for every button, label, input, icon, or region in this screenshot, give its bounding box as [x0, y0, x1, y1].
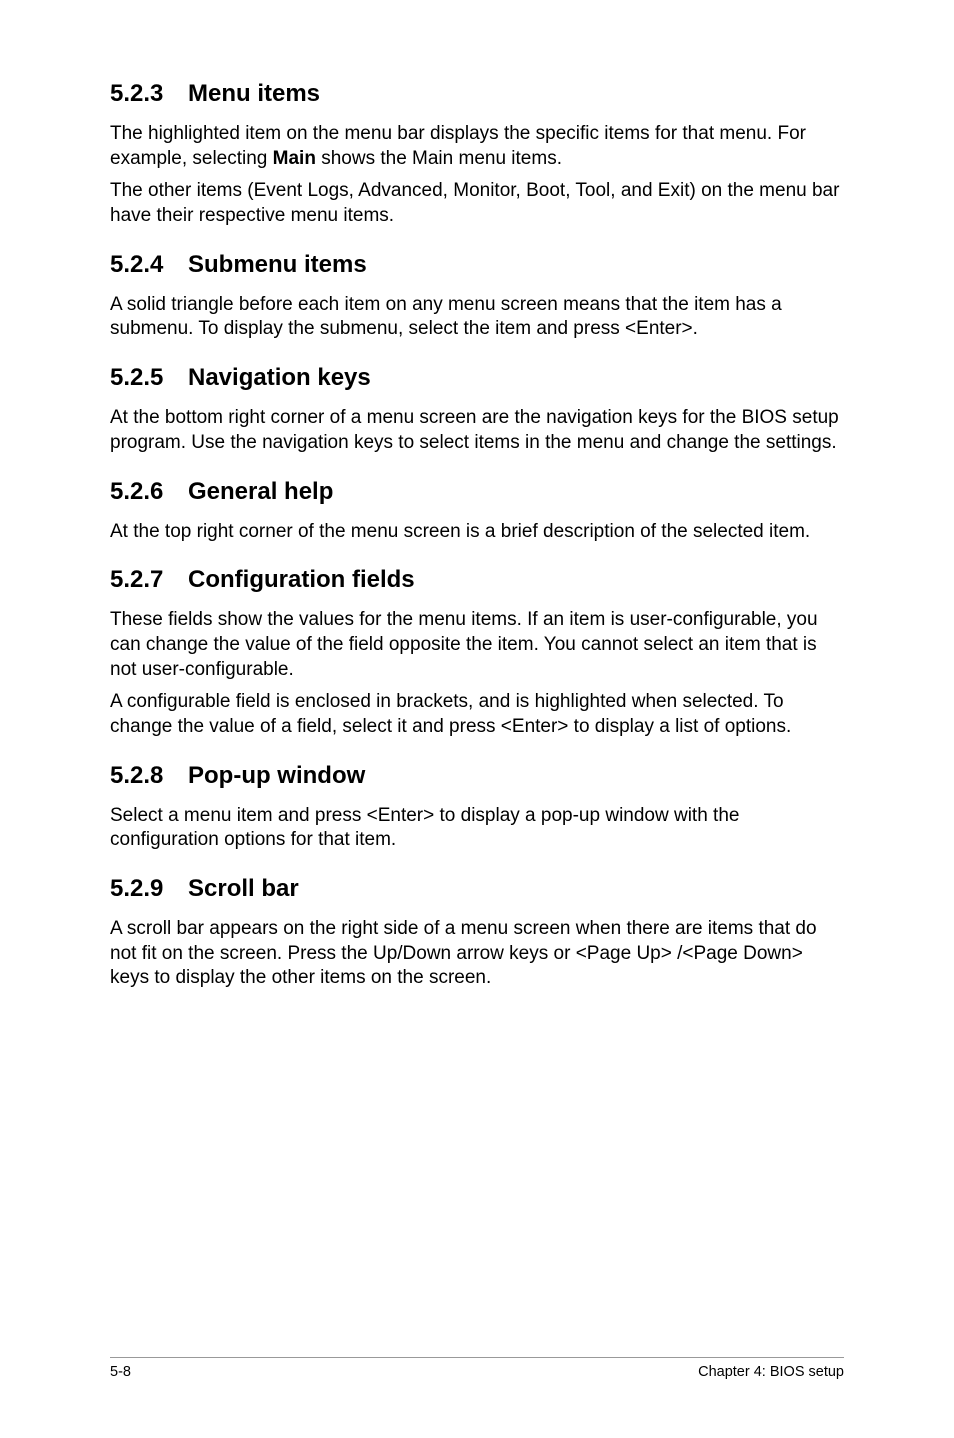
paragraph: Select a menu item and press <Enter> to …	[110, 804, 844, 853]
heading-configuration-fields: 5.2.7Configuration fields	[110, 566, 844, 594]
heading-navigation-keys: 5.2.5Navigation keys	[110, 364, 844, 392]
page-footer: 5-8 Chapter 4: BIOS setup	[110, 1357, 844, 1380]
heading-general-help: 5.2.6General help	[110, 478, 844, 506]
paragraph: A solid triangle before each item on any…	[110, 293, 844, 342]
heading-popup-window: 5.2.8Pop-up window	[110, 762, 844, 790]
section-title: General help	[188, 478, 333, 505]
paragraph: At the bottom right corner of a menu scr…	[110, 406, 844, 455]
paragraph: At the top right corner of the menu scre…	[110, 520, 844, 545]
section-title: Navigation keys	[188, 364, 371, 391]
section-title: Menu items	[188, 80, 320, 107]
section-number: 5.2.8	[110, 762, 188, 790]
section-title: Configuration fields	[188, 566, 415, 593]
section-number: 5.2.5	[110, 364, 188, 392]
body-text-bold: Main	[273, 148, 316, 169]
chapter-label: Chapter 4: BIOS setup	[698, 1364, 844, 1380]
heading-menu-items: 5.2.3Menu items	[110, 80, 844, 108]
paragraph: A configurable field is enclosed in brac…	[110, 690, 844, 739]
section-title: Submenu items	[188, 251, 367, 278]
page-content: 5.2.3Menu items The highlighted item on …	[0, 0, 954, 991]
section-title: Scroll bar	[188, 875, 299, 902]
body-text: shows the Main menu items.	[316, 148, 562, 169]
heading-scroll-bar: 5.2.9Scroll bar	[110, 875, 844, 903]
paragraph: The highlighted item on the menu bar dis…	[110, 122, 844, 171]
paragraph: A scroll bar appears on the right side o…	[110, 917, 844, 991]
heading-submenu-items: 5.2.4Submenu items	[110, 251, 844, 279]
paragraph: These fields show the values for the men…	[110, 608, 844, 682]
paragraph: The other items (Event Logs, Advanced, M…	[110, 179, 844, 228]
section-number: 5.2.7	[110, 566, 188, 594]
section-number: 5.2.6	[110, 478, 188, 506]
section-number: 5.2.3	[110, 80, 188, 108]
section-number: 5.2.4	[110, 251, 188, 279]
page-number: 5-8	[110, 1364, 131, 1380]
section-title: Pop-up window	[188, 762, 365, 789]
section-number: 5.2.9	[110, 875, 188, 903]
